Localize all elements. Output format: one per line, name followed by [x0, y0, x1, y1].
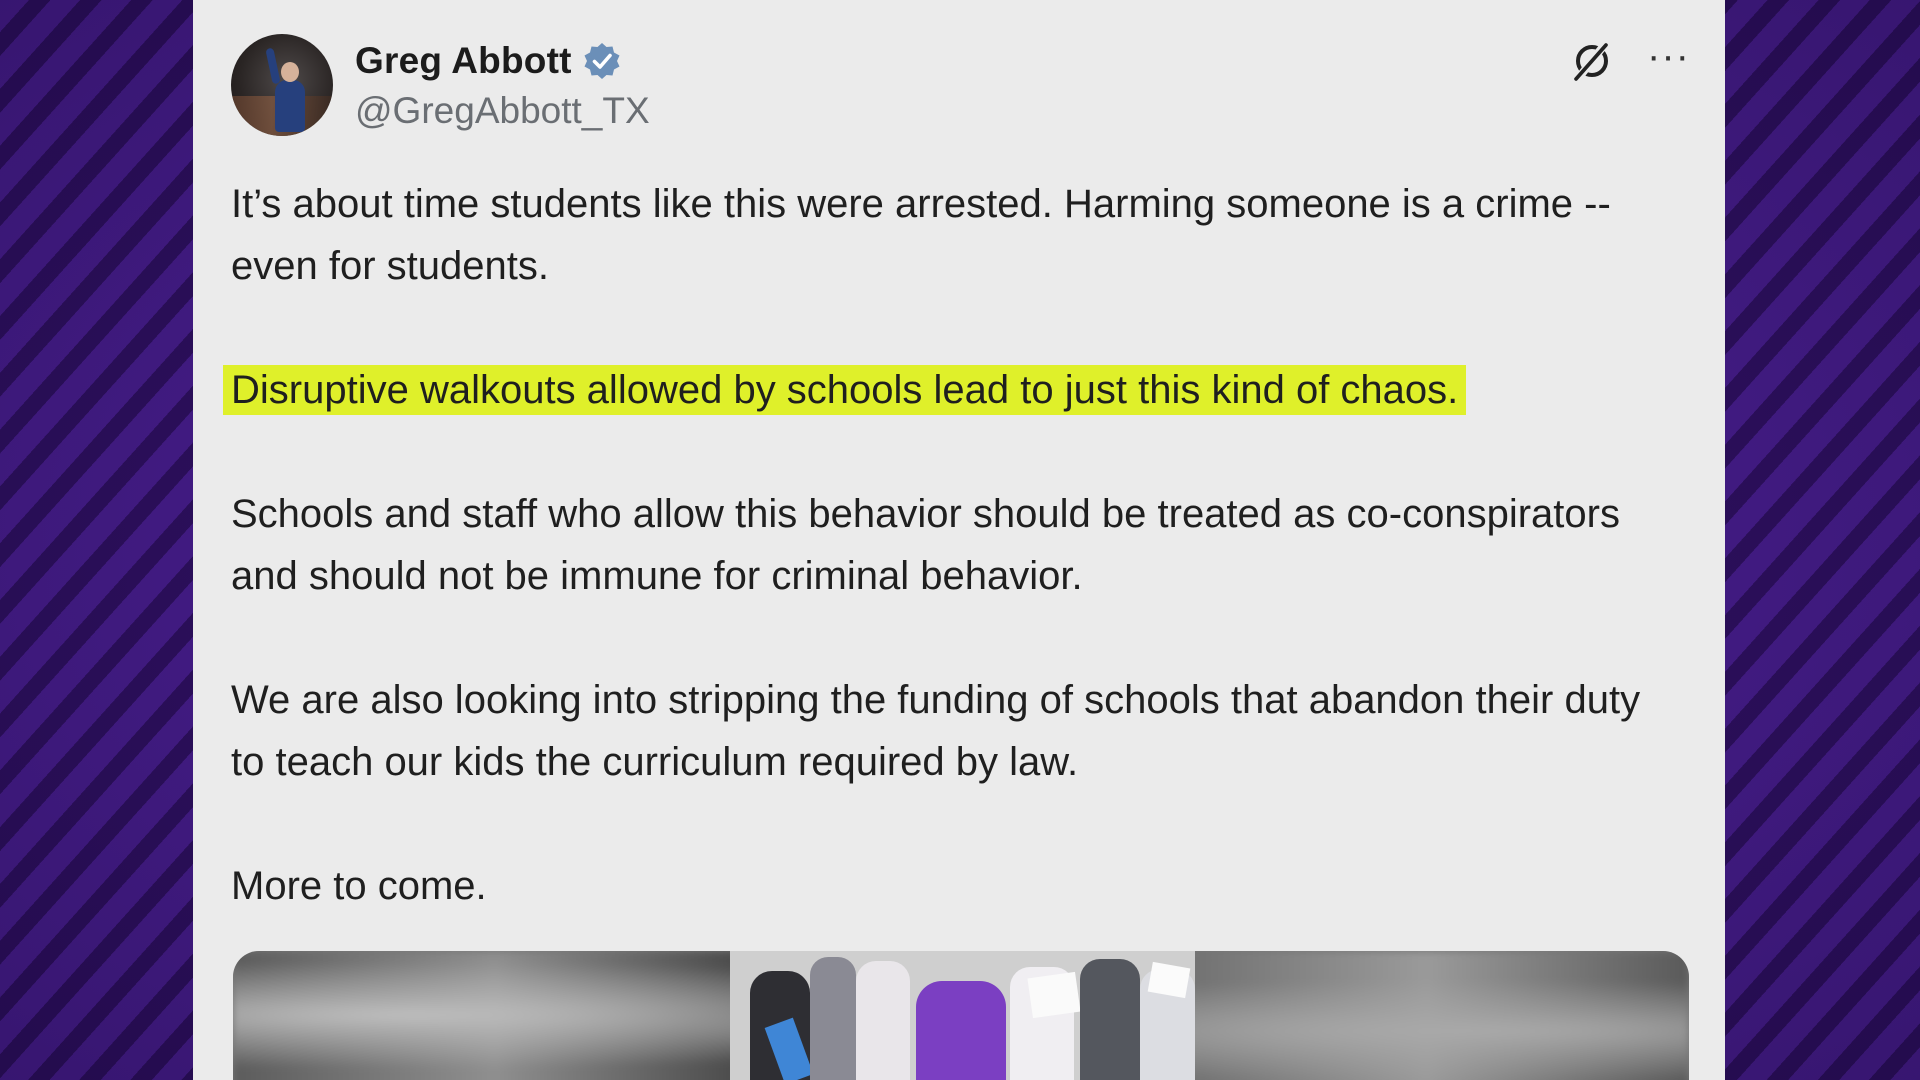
- grok-icon[interactable]: [1571, 40, 1613, 82]
- author-display-name[interactable]: Greg Abbott: [355, 40, 572, 82]
- avatar[interactable]: [231, 34, 333, 136]
- tweet-paragraph-2-highlighted: Disruptive walkouts allowed by schools l…: [223, 359, 1651, 421]
- author-name-row: Greg Abbott: [355, 36, 622, 86]
- media-photo-students[interactable]: [730, 951, 1195, 1080]
- more-options-icon[interactable]: ···: [1647, 36, 1689, 76]
- tweet-paragraph-1: It’s about time students like this were …: [231, 182, 1611, 288]
- tweet-card: Greg Abbott @GregAbbott_TX ··· It’s abou…: [193, 0, 1725, 1080]
- tweet-paragraph-5: More to come.: [231, 864, 487, 908]
- highlighted-text: Disruptive walkouts allowed by schools l…: [223, 365, 1467, 415]
- tweet-paragraph-4: We are also looking into stripping the f…: [231, 678, 1641, 784]
- tweet-paragraph-3: Schools and staff who allow this behavio…: [231, 492, 1620, 598]
- verified-badge-icon: [584, 43, 620, 79]
- tweet-media[interactable]: [233, 951, 1689, 1080]
- author-handle[interactable]: @GregAbbott_TX: [355, 90, 650, 132]
- tweet-body: It’s about time students like this were …: [223, 173, 1651, 917]
